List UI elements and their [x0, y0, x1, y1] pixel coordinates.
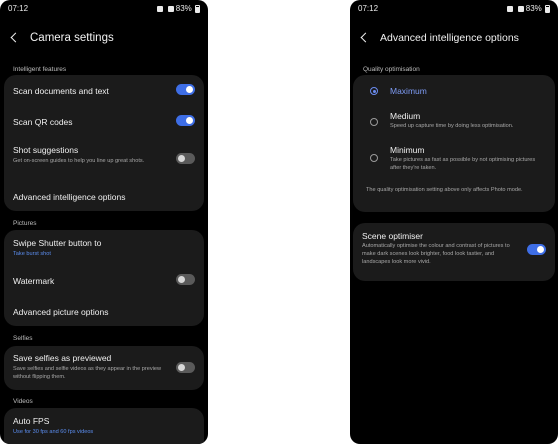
shot-suggestions-label: Shot suggestions [13, 145, 79, 155]
section-label-videos: Videos [13, 398, 33, 405]
scan-documents-row[interactable]: Scan documents and text [13, 84, 195, 98]
scan-documents-toggle[interactable] [176, 84, 195, 95]
battery-icon [195, 4, 200, 13]
battery-percent: 83% [175, 4, 192, 13]
wifi-icon [507, 5, 514, 12]
videos-card: Auto FPS Use for 30 fps and 60 fps video… [4, 408, 204, 444]
back-arrow-icon[interactable] [10, 32, 21, 43]
radio-minimum[interactable] [370, 154, 378, 162]
wifi-icon [157, 5, 164, 12]
advanced-intelligence-screen: 07:12 83% Advanced intelligence options … [350, 0, 558, 444]
auto-fps-label: Auto FPS [13, 416, 50, 426]
section-label-pictures: Pictures [13, 220, 37, 227]
page-title: Camera settings [30, 32, 114, 44]
section-label-selfies: Selfies [13, 335, 33, 342]
option-medium-desc: Speed up capture time by doing less opti… [390, 123, 514, 129]
save-selfies-label: Save selfies as previewed [13, 353, 112, 363]
shot-suggestions-row[interactable]: Shot suggestions Get on-screen guides to… [13, 145, 195, 173]
advanced-picture-label: Advanced picture options [13, 307, 109, 317]
watermark-toggle[interactable] [176, 274, 195, 285]
selfies-card: Save selfies as previewed Save selfies a… [4, 346, 204, 390]
battery-icon [545, 4, 550, 13]
signal-icon [167, 5, 174, 12]
status-icons: 83% [505, 4, 550, 13]
auto-fps-value: Use for 30 fps and 60 fps videos [13, 429, 94, 435]
status-bar: 07:12 83% [358, 4, 550, 16]
app-bar: Advanced intelligence options [360, 32, 548, 48]
signal-icon [517, 5, 524, 12]
advanced-picture-row[interactable]: Advanced picture options [13, 305, 195, 319]
page-title: Advanced intelligence options [380, 32, 519, 44]
option-medium[interactable]: Medium Speed up capture time by doing le… [353, 111, 555, 135]
watermark-row[interactable]: Watermark [13, 274, 195, 288]
quality-optimisation-card: Maximum Medium Speed up capture time by … [353, 75, 555, 212]
radio-medium[interactable] [370, 118, 378, 126]
status-time: 07:12 [358, 4, 379, 13]
back-arrow-icon[interactable] [360, 32, 371, 43]
section-label-intelligent: Intelligent features [13, 66, 67, 73]
battery-percent: 83% [525, 4, 542, 13]
save-selfies-row[interactable]: Save selfies as previewed Save selfies a… [13, 353, 195, 385]
radio-maximum[interactable] [370, 87, 378, 95]
swipe-shutter-label: Swipe Shutter button to [13, 238, 102, 248]
save-selfies-desc: Save selfies and selfie videos as they a… [13, 366, 162, 380]
option-maximum-label: Maximum [390, 86, 427, 96]
option-minimum-label: Minimum [390, 145, 425, 155]
advanced-intelligence-row[interactable]: Advanced intelligence options [13, 190, 195, 204]
scan-documents-label: Scan documents and text [13, 86, 109, 96]
camera-settings-screen: 07:12 83% Camera settings Intelligent fe… [0, 0, 208, 444]
scan-qr-row[interactable]: Scan QR codes [13, 115, 195, 129]
option-medium-label: Medium [390, 111, 421, 121]
intelligent-features-card: Scan documents and text Scan QR codes Sh… [4, 75, 204, 211]
shot-suggestions-toggle[interactable] [176, 153, 195, 164]
scene-optimiser-card: Scene optimiser Automatically optimise t… [353, 223, 555, 281]
status-bar: 07:12 83% [8, 4, 200, 16]
auto-fps-row[interactable]: Auto FPS Use for 30 fps and 60 fps video… [13, 416, 195, 438]
status-time: 07:12 [8, 4, 29, 13]
scene-optimiser-toggle[interactable] [527, 244, 546, 255]
option-minimum[interactable]: Minimum Take pictures as fast as possibl… [353, 145, 555, 175]
app-bar: Camera settings [10, 32, 198, 48]
option-minimum-desc: Take pictures as fast as possible by not… [390, 157, 536, 171]
status-icons: 83% [155, 4, 200, 13]
save-selfies-toggle[interactable] [176, 362, 195, 373]
advanced-intelligence-label: Advanced intelligence options [13, 192, 126, 202]
scene-optimiser-row[interactable]: Scene optimiser Automatically optimise t… [362, 231, 546, 275]
scan-qr-toggle[interactable] [176, 115, 195, 126]
scene-optimiser-desc: Automatically optimise the colour and co… [362, 243, 510, 265]
shot-suggestions-desc: Get on-screen guides to help you line up… [13, 158, 145, 164]
scan-qr-label: Scan QR codes [13, 117, 73, 127]
scene-optimiser-label: Scene optimiser [362, 231, 423, 241]
swipe-shutter-row[interactable]: Swipe Shutter button to Take burst shot [13, 238, 195, 260]
quality-note: The quality optimisation setting above o… [366, 187, 523, 193]
watermark-label: Watermark [13, 276, 55, 286]
swipe-shutter-value: Take burst shot [13, 251, 51, 257]
section-label-quality: Quality optimisation [363, 66, 420, 73]
option-maximum[interactable]: Maximum [353, 83, 555, 99]
pictures-card: Swipe Shutter button to Take burst shot … [4, 230, 204, 326]
